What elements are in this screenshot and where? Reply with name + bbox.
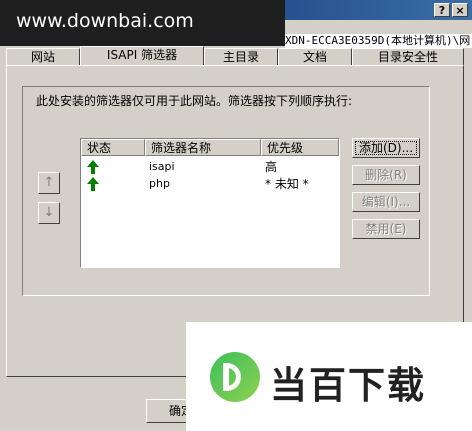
filter-name: isapi [149, 160, 175, 173]
edit-filter-button[interactable]: 编辑(I)... [352, 192, 420, 212]
column-filter-name[interactable]: 筛选器名称 [145, 139, 261, 156]
tab-documents[interactable]: 文档 [278, 48, 352, 66]
green-up-arrow-icon [87, 177, 99, 191]
tab-home-directory[interactable]: 主目录 [204, 48, 278, 66]
tab-isapi-filters[interactable]: ISAPI 筛选器 [80, 46, 204, 66]
move-up-button[interactable]: ↑ [38, 172, 60, 194]
filter-name: php [149, 177, 170, 190]
logo-overlay: 当百下载 [186, 322, 472, 431]
filters-list[interactable]: 状态 筛选器名称 优先级 isapi 高 php * 未知 * [80, 138, 340, 268]
tab-directory-security[interactable]: 目录安全性 [352, 48, 464, 66]
filter-priority: 高 [265, 160, 278, 174]
watermark-banner: www.downbai.com [0, 0, 285, 46]
disable-filter-button[interactable]: 禁用(E) [352, 219, 420, 239]
list-item[interactable]: php * 未知 * [81, 176, 339, 192]
column-priority[interactable]: 优先级 [261, 139, 339, 156]
tab-strip: 网站 ISAPI 筛选器 主目录 文档 目录安全性 [6, 46, 472, 66]
filters-description: 此处安装的筛选器仅可用于此网站。筛选器按下列顺序执行: [36, 94, 353, 108]
filter-priority: * 未知 * [265, 177, 309, 191]
help-button[interactable]: ? [434, 3, 450, 17]
close-button[interactable]: × [452, 3, 468, 17]
tab-website[interactable]: 网站 [6, 48, 80, 66]
remove-filter-button[interactable]: 删除(R) [352, 165, 420, 185]
add-filter-button[interactable]: 添加(D)... [352, 138, 420, 158]
move-down-button[interactable]: ↓ [38, 202, 60, 224]
column-status[interactable]: 状态 [81, 139, 145, 156]
site-path-label: XDN-ECCA3E0359D(本地计算机)\网 [285, 34, 472, 48]
list-item[interactable]: isapi 高 [81, 159, 339, 175]
logo-text: 当百下载 [270, 364, 426, 407]
green-up-arrow-icon [87, 160, 99, 174]
d-logo-icon [210, 352, 260, 402]
